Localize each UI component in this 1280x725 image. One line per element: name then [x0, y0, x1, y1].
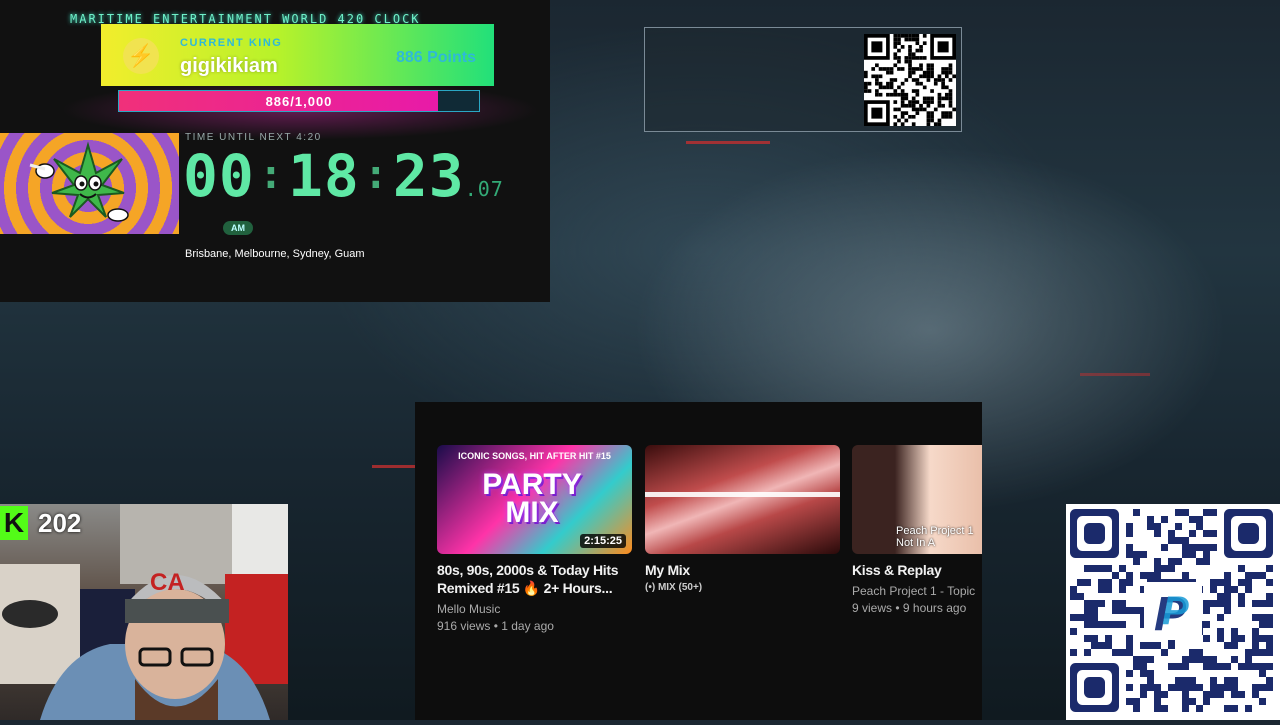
points-progress-bar: 886/1,000	[118, 90, 480, 112]
paypal-qr-code[interactable]: PP	[1066, 504, 1280, 720]
thumbnail-caption: Peach Project 1 Not In A	[896, 525, 974, 549]
video-thumbnail[interactable]: ICONIC SONGS, HIT AFTER HIT #15 PARTY MI…	[437, 445, 632, 554]
thumbnail-caption: ICONIC SONGS, HIT AFTER HIT #15	[458, 451, 611, 461]
lightning-icon: ⚡	[123, 38, 159, 74]
timezone-cities: Brisbane, Melbourne, Sydney, Guam	[185, 248, 365, 260]
glitch-line	[372, 465, 416, 468]
video-card-my-mix[interactable]: My Mix (•) MIX (50+)	[645, 445, 840, 593]
paypal-qr-icon: PP	[1070, 509, 1273, 712]
video-card-party-mix[interactable]: ICONIC SONGS, HIT AFTER HIT #15 PARTY MI…	[437, 445, 632, 635]
kick-logo-icon: K	[0, 506, 28, 540]
video-title[interactable]: 80s, 90s, 2000s & Today Hits Remixed #15…	[437, 561, 632, 597]
glitch-line	[1080, 373, 1150, 376]
video-card-kiss-replay[interactable]: Peach Project 1 Not In A Kiss & Replay P…	[852, 445, 982, 617]
qr-code-icon	[864, 34, 956, 126]
mix-thumbnail[interactable]	[645, 445, 840, 554]
thumbnail-stripe	[645, 492, 840, 497]
channel-name[interactable]: Peach Project 1 - Topic	[852, 583, 982, 600]
colon-separator: :	[258, 152, 284, 198]
svg-text:CA: CA	[150, 569, 185, 596]
cannabis-mascot-image	[0, 133, 179, 234]
svg-text:P: P	[1162, 589, 1189, 633]
video-title[interactable]: Kiss & Replay	[852, 561, 982, 579]
meridiem-badge: AM	[223, 221, 253, 235]
video-duration: 2:15:25	[580, 534, 626, 548]
clock-overlay: MARITIME ENTERTAINMENT WORLD 420 CLOCK ⚡…	[0, 0, 550, 302]
video-meta: 916 views • 1 day ago	[437, 619, 554, 633]
king-points: 886 Points	[395, 49, 476, 66]
countdown-hours: 00	[183, 142, 255, 210]
glitch-line	[686, 141, 770, 144]
countdown-seconds: 23	[392, 142, 465, 210]
youtube-suggestions-panel: ICONIC SONGS, HIT AFTER HIT #15 PARTY MI…	[415, 402, 982, 720]
current-king-label: CURRENT KING	[180, 37, 283, 49]
countdown-minutes: 18	[287, 142, 360, 210]
leaf-mascot-icon	[29, 141, 129, 222]
qr-code-top	[864, 34, 956, 126]
countdown-timer: 00:18:23.07	[183, 142, 504, 210]
channel-name[interactable]: Mello Music	[437, 601, 632, 618]
mix-title[interactable]: My Mix	[645, 561, 840, 579]
thumbnail-title: PARTY MIX	[482, 468, 582, 529]
viewer-counter: K 202	[0, 505, 81, 541]
countdown-fraction: .07	[464, 177, 504, 201]
mix-badge: (•) MIX (50+)	[645, 582, 703, 593]
video-meta: 9 views • 9 hours ago	[852, 601, 967, 615]
viewer-count: 202	[38, 507, 82, 538]
colon-separator: :	[363, 152, 389, 198]
progress-text: 886/1,000	[265, 94, 333, 109]
current-king-card: ⚡ CURRENT KING gigikikiam 886 Points	[101, 24, 494, 86]
current-king-name: gigikikiam	[180, 55, 278, 77]
video-thumbnail[interactable]: Peach Project 1 Not In A	[852, 445, 982, 554]
